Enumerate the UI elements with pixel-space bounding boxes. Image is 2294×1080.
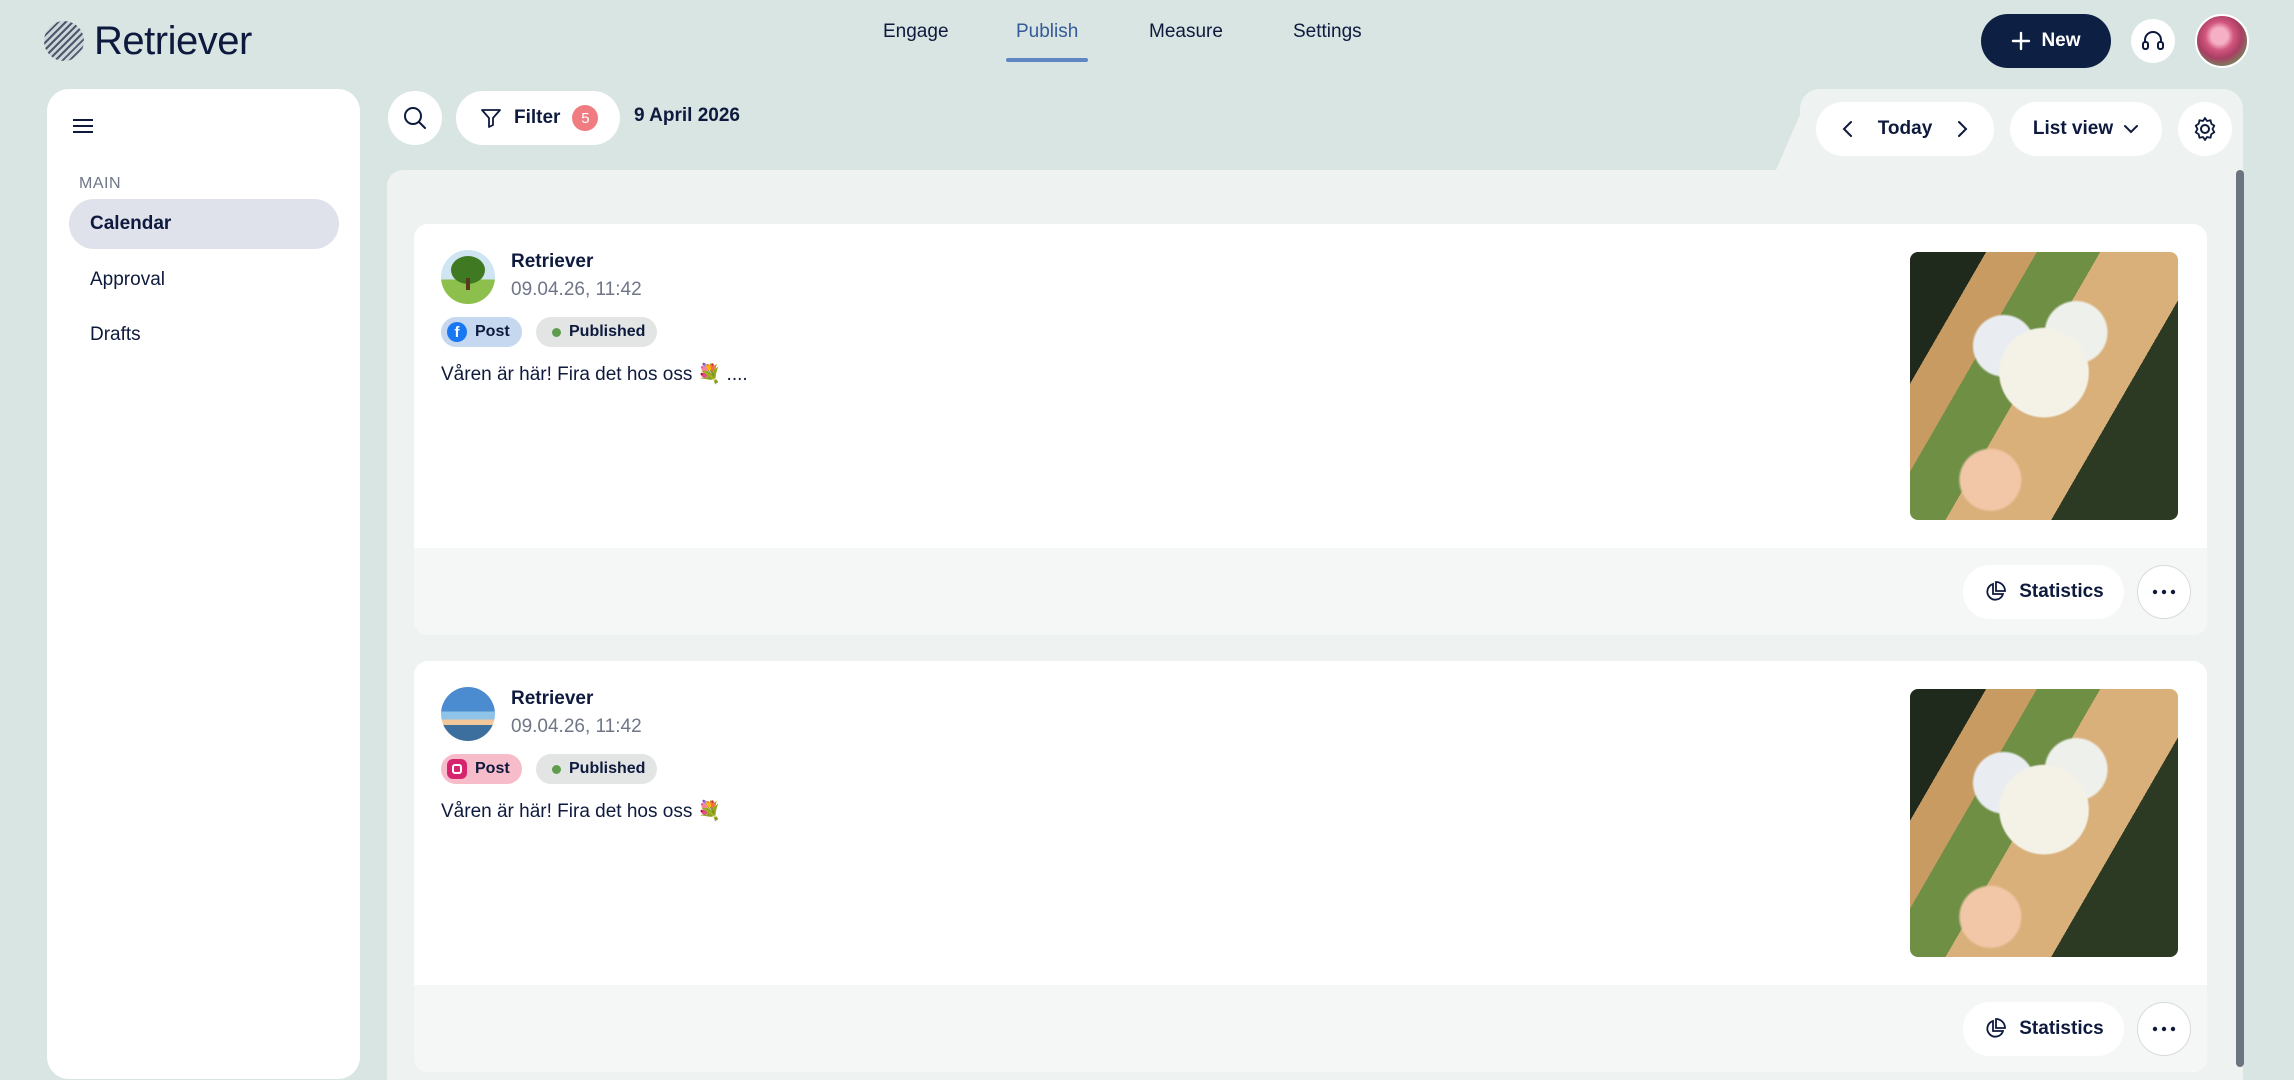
statistics-button[interactable]: Statistics <box>1963 565 2124 619</box>
account-avatar <box>441 687 495 741</box>
view-settings-button[interactable] <box>2178 102 2232 156</box>
post-footer: Statistics <box>414 548 2207 635</box>
headset-icon <box>2142 31 2164 50</box>
instagram-icon <box>447 759 467 779</box>
scrollbar[interactable] <box>2236 170 2244 1067</box>
app-logo[interactable]: Retriever <box>44 18 252 64</box>
filter-icon <box>481 109 501 128</box>
support-button[interactable] <box>2131 19 2175 63</box>
status-label: Published <box>569 323 646 340</box>
post-account-name: Retriever <box>511 688 594 709</box>
account-avatar <box>441 250 495 304</box>
post-card[interactable]: Retriever 09.04.26, 11:42 Post Published… <box>414 661 2207 1072</box>
tab-engage[interactable]: Engage <box>883 0 949 64</box>
sidebar-item-drafts[interactable]: Drafts <box>69 310 339 360</box>
post-text: Våren är här! Fira det hos oss 💐 <box>441 801 722 822</box>
pie-chart-icon <box>1986 1018 2007 1038</box>
chevron-right-icon[interactable] <box>1954 119 1970 139</box>
sidebar-item-approval[interactable]: Approval <box>69 255 339 305</box>
post-image[interactable] <box>1910 252 2178 520</box>
current-date: 9 April 2026 <box>634 105 740 126</box>
more-options-button[interactable] <box>2137 1002 2191 1056</box>
post-image[interactable] <box>1910 689 2178 957</box>
post-timestamp: 09.04.26, 11:42 <box>511 716 642 737</box>
chevron-down-icon <box>2124 125 2139 134</box>
sidebar: MAIN Calendar Approval Drafts <box>47 89 360 1079</box>
more-horizontal-icon <box>2152 1026 2176 1032</box>
logo-icon <box>44 21 84 61</box>
statistics-button[interactable]: Statistics <box>1963 1002 2124 1056</box>
post-footer: Statistics <box>414 985 2207 1072</box>
new-button[interactable]: New <box>1981 14 2111 68</box>
filter-count-badge: 5 <box>572 105 599 131</box>
tab-measure[interactable]: Measure <box>1149 0 1223 64</box>
search-button[interactable] <box>388 91 442 145</box>
plus-icon <box>2012 31 2031 51</box>
today-button[interactable]: Today <box>1878 118 1933 140</box>
view-tab-notch <box>1776 110 1802 170</box>
post-text: Våren är här! Fira det hos oss 💐 .... <box>441 364 748 385</box>
post-type-label: Post <box>475 323 510 340</box>
post-type-badge: Post <box>441 754 522 784</box>
new-button-label: New <box>2041 30 2081 51</box>
status-dot-icon <box>552 327 561 337</box>
pie-chart-icon <box>1986 581 2007 601</box>
search-icon <box>404 107 426 129</box>
app-name: Retriever <box>94 18 252 63</box>
more-options-button[interactable] <box>2137 565 2191 619</box>
filter-label: Filter <box>514 107 561 128</box>
menu-icon[interactable] <box>73 115 97 139</box>
date-navigator: Today <box>1816 102 1994 156</box>
post-type-label: Post <box>475 760 510 777</box>
statistics-label: Statistics <box>2019 581 2104 602</box>
status-dot-icon <box>552 764 561 774</box>
view-select-label: List view <box>2032 118 2114 139</box>
filter-button[interactable]: Filter 5 <box>456 91 620 145</box>
post-timestamp: 09.04.26, 11:42 <box>511 279 642 300</box>
more-horizontal-icon <box>2152 589 2176 595</box>
sidebar-section-title: MAIN <box>79 175 121 192</box>
post-account-name: Retriever <box>511 251 594 272</box>
post-type-badge: f Post <box>441 317 522 347</box>
user-avatar[interactable] <box>2195 14 2249 68</box>
gear-icon <box>2194 117 2216 141</box>
tab-settings[interactable]: Settings <box>1293 0 1362 64</box>
facebook-icon: f <box>447 322 467 342</box>
status-badge: Published <box>536 317 658 347</box>
statistics-label: Statistics <box>2019 1018 2104 1039</box>
post-card[interactable]: Retriever 09.04.26, 11:42 f Post Publish… <box>414 224 2207 635</box>
sidebar-item-calendar[interactable]: Calendar <box>69 199 339 249</box>
view-select[interactable]: List view <box>2010 102 2162 156</box>
status-badge: Published <box>536 754 658 784</box>
tab-publish[interactable]: Publish <box>1005 0 1089 64</box>
chevron-left-icon[interactable] <box>1840 119 1856 139</box>
status-label: Published <box>569 760 646 777</box>
